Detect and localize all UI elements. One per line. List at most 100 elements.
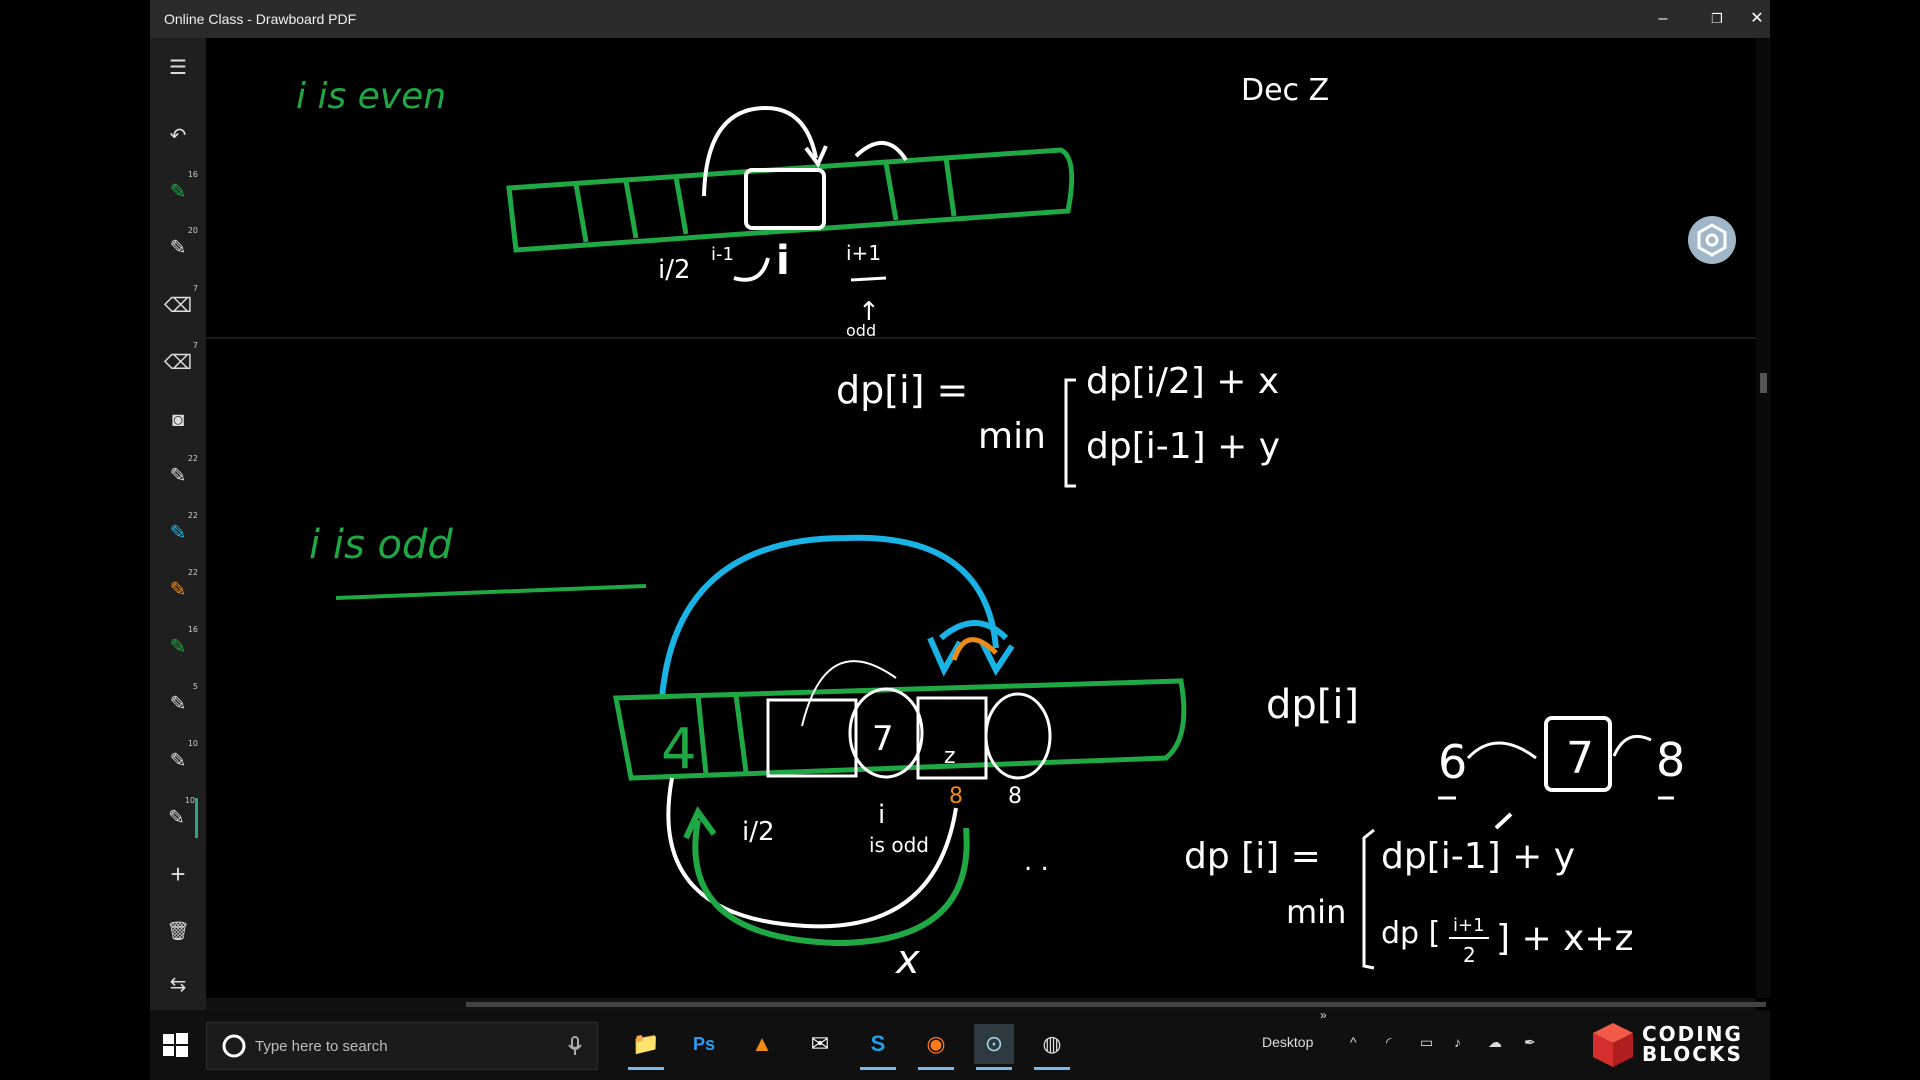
formula1-min: min: [978, 416, 1046, 457]
cell-seven: 7: [872, 719, 894, 759]
skype-icon[interactable]: S: [858, 1024, 898, 1070]
search-box[interactable]: Type here to search: [206, 1022, 598, 1070]
desktop-toolbar-label[interactable]: Desktop: [1262, 1034, 1313, 1050]
vertical-scroll-thumb[interactable]: [1760, 373, 1767, 393]
odd-underline: [335, 584, 647, 600]
bottom-label-i: i: [878, 800, 885, 830]
pen-tray-icon[interactable]: ✒: [1524, 1034, 1536, 1051]
formula1-lhs: dp[i] =: [836, 368, 968, 412]
camera-icon[interactable]: ◙: [158, 400, 198, 440]
eraser-icon-2[interactable]: ⌫ 7: [158, 341, 198, 383]
formula1-line2: dp[i-1] + y: [1086, 426, 1280, 467]
undo-icon[interactable]: ↶: [158, 116, 198, 156]
swap-icon[interactable]: ⇆: [158, 965, 198, 1005]
formula1-bracket: [1064, 378, 1076, 488]
formula1-line1: dp[i/2] + x: [1086, 361, 1279, 402]
minimize-button[interactable]: –: [1636, 0, 1690, 38]
pen-white-icon[interactable]: ✎ 20: [158, 226, 198, 268]
formula2-min: min: [1286, 893, 1346, 931]
vlc-icon[interactable]: ▲: [742, 1024, 782, 1064]
svg-text:8: 8: [949, 784, 963, 809]
formula2-line2-pre: dp [: [1381, 916, 1440, 951]
odd-heading: i is odd: [309, 522, 453, 568]
bottom-label-odd: is odd: [869, 833, 929, 857]
windows-start-icon[interactable]: [160, 1030, 190, 1060]
chain-six: 6: [1438, 735, 1467, 789]
bottom-array: [613, 678, 1187, 781]
horizontal-scrollbar[interactable]: [206, 998, 1766, 1010]
file-explorer-icon[interactable]: 📁: [626, 1024, 666, 1070]
volume-icon[interactable]: ♪: [1454, 1034, 1461, 1050]
cube-logo-icon: [1593, 1023, 1633, 1067]
cell-four: 4: [661, 717, 697, 782]
mail-icon[interactable]: ✉: [800, 1024, 840, 1064]
formula2-frac-den: 2: [1463, 943, 1476, 967]
coding-blocks-logo: CODING BLOCKS: [1590, 1018, 1760, 1074]
pen-white-icon-4[interactable]: ✎ 10: [158, 739, 198, 781]
close-button[interactable]: ✕: [1744, 0, 1770, 38]
vertical-scrollbar[interactable]: [1756, 38, 1770, 998]
pen-white-icon-5[interactable]: ✎ 10: [158, 796, 198, 838]
dp-i-label: dp[i]: [1266, 682, 1359, 728]
tool-sidebar: ☰ ↶ ✎ 16 ✎ 20 ⌫ 7 ⌫ 7 ◙ ✎ 22 ✎ 22 ✎ 22 ✎ 16 ✎ 5 ✎…: [150, 38, 206, 1010]
horizontal-scroll-thumb[interactable]: [466, 1002, 1766, 1007]
pen-green-icon[interactable]: ✎ 16: [158, 170, 198, 212]
menu-icon[interactable]: ☰: [158, 48, 198, 88]
firefox-icon[interactable]: ◉: [916, 1024, 956, 1070]
even-heading: i is even: [296, 76, 446, 117]
formula2-frac-num: i+1: [1453, 915, 1485, 936]
formula2-bracket: [1362, 828, 1375, 970]
bottom-label-half: i/2: [742, 817, 775, 847]
microphone-icon[interactable]: [567, 1035, 583, 1057]
formula2-line2-post: ] + x+z: [1496, 918, 1633, 959]
search-placeholder: Type here to search: [255, 1038, 388, 1055]
title-bar: Online Class - Drawboard PDF – ❐ ✕: [150, 0, 1770, 38]
bottom-label-eight: 8: [1008, 784, 1022, 809]
cortana-circle-icon: [222, 1034, 246, 1058]
chain-eight: 8: [1656, 733, 1685, 787]
top-label-plus: i+1: [846, 241, 881, 265]
bottom-dots: . .: [1024, 847, 1049, 877]
top-array: [506, 147, 1075, 253]
pen-green-icon-2[interactable]: ✎ 16: [158, 625, 198, 667]
top-label-i: i: [776, 238, 790, 284]
photoshop-icon[interactable]: Ps: [684, 1024, 724, 1064]
top-cell-i: [744, 168, 826, 230]
ink-layer: i is even Dec Z i/2 i-1 i i+1 ↑ odd dp[i…: [206, 73, 1756, 983]
chain-seven: 7: [1566, 733, 1594, 784]
pen-white-icon-2[interactable]: ✎ 22: [158, 454, 198, 496]
floating-action-button[interactable]: [1688, 216, 1736, 264]
cell-z: z: [944, 744, 956, 769]
app-window: Online Class - Drawboard PDF – ❐ ✕ ☰ ↶ ✎…: [150, 0, 1770, 1010]
dec-label: Dec Z: [1241, 73, 1329, 108]
chevron-double-right-icon[interactable]: »: [1320, 1008, 1327, 1022]
logo-text: CODING BLOCKS: [1642, 1022, 1743, 1066]
eraser-icon[interactable]: ⌫ 7: [158, 284, 198, 326]
top-arrow-plus: [854, 140, 908, 162]
top-label-minus: i-1: [711, 244, 734, 265]
formula2-line1: dp[i-1] + y: [1381, 836, 1575, 877]
formula2-lhs: dp [i] =: [1184, 836, 1321, 877]
chevron-up-icon[interactable]: ^: [1350, 1034, 1357, 1050]
pen-white-icon-3[interactable]: ✎ 5: [158, 682, 198, 724]
cloud-icon[interactable]: ☁: [1488, 1034, 1502, 1051]
add-icon[interactable]: +: [158, 854, 198, 894]
bottom-cell-a: [766, 698, 858, 778]
bottom-label-x: x: [894, 937, 920, 983]
top-label-odd: odd: [846, 321, 876, 340]
top-arrow-half: [702, 105, 818, 197]
restore-button[interactable]: ❐: [1690, 0, 1744, 38]
trash-icon[interactable]: 🗑: [158, 911, 198, 951]
top-label-half: i/2: [658, 255, 691, 285]
pen-cyan-icon[interactable]: ✎ 22: [158, 511, 198, 553]
taskbar: Type here to search 📁 Ps ▲ ✉ S ◉ ⊙ ◍ Des…: [150, 1008, 1770, 1080]
drawboard-icon[interactable]: ⊙: [974, 1024, 1014, 1070]
cyan-arc: [659, 534, 999, 699]
obs-icon[interactable]: ◍: [1032, 1024, 1072, 1070]
pen-orange-icon[interactable]: ✎ 22: [158, 568, 198, 610]
window-title: Online Class - Drawboard PDF: [164, 11, 357, 27]
wifi-icon[interactable]: ◜: [1386, 1034, 1391, 1051]
drawing-canvas[interactable]: i is even Dec Z i/2 i-1 i i+1 ↑ odd dp[i…: [206, 38, 1756, 998]
battery-icon[interactable]: ▭: [1420, 1034, 1433, 1051]
hexagon-icon: [1697, 223, 1727, 257]
